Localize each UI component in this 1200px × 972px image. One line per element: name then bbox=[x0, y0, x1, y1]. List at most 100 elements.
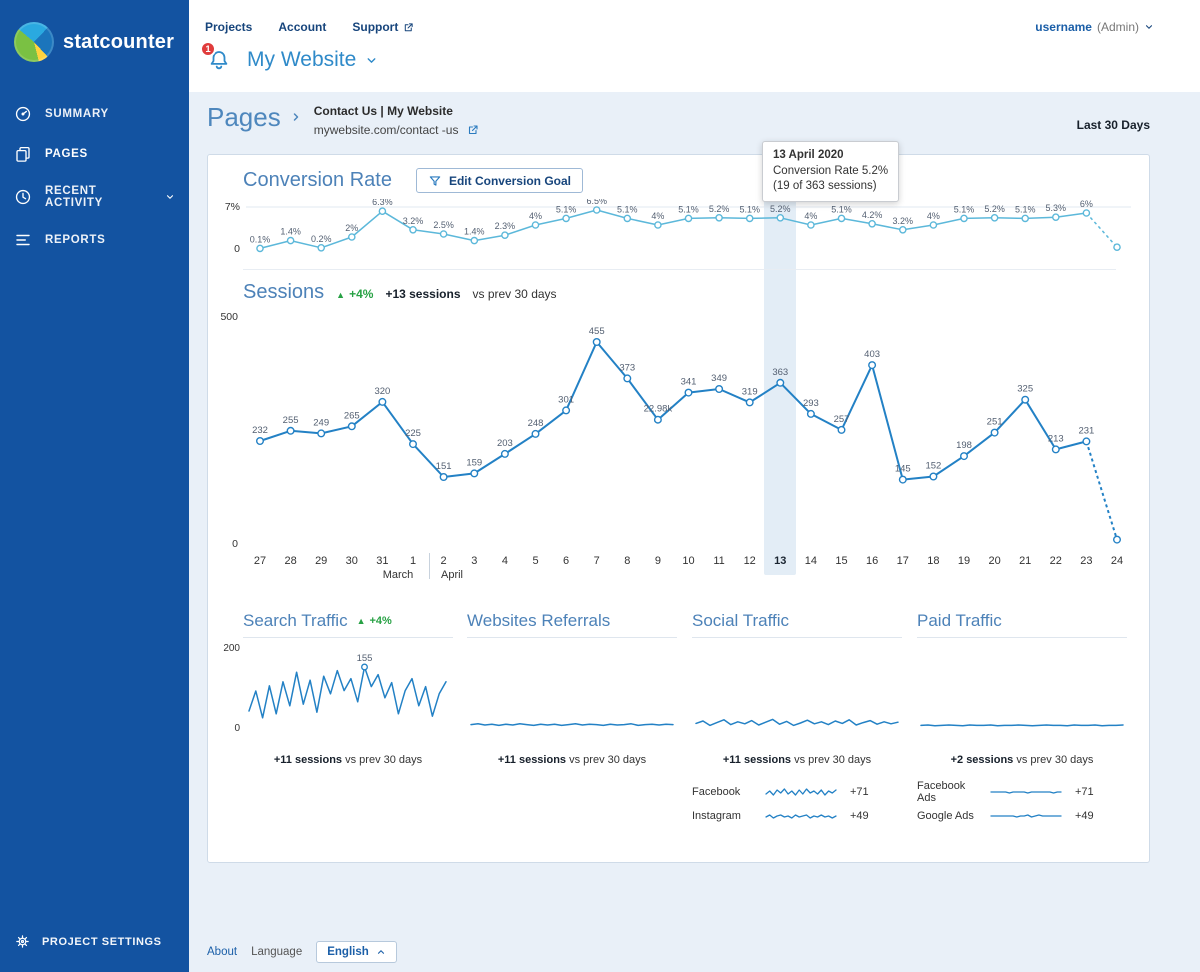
svg-text:10: 10 bbox=[682, 555, 694, 567]
svg-text:5.2%: 5.2% bbox=[770, 204, 791, 214]
svg-text:19: 19 bbox=[958, 555, 970, 567]
svg-text:5.2%: 5.2% bbox=[709, 204, 730, 214]
page-footer: About Language English bbox=[207, 941, 397, 963]
sidebar-item-project-settings[interactable]: PROJECT SETTINGS bbox=[0, 923, 189, 960]
source-value: +71 bbox=[1075, 786, 1094, 798]
sidebar-item-recent-activity[interactable]: RECENT ACTIVITY bbox=[0, 174, 189, 220]
search-traffic-title: Search Traffic bbox=[243, 611, 348, 630]
svg-text:159: 159 bbox=[466, 457, 482, 468]
username: username bbox=[1035, 20, 1092, 34]
svg-text:4%: 4% bbox=[804, 211, 817, 221]
svg-text:5.1%: 5.1% bbox=[556, 204, 577, 214]
svg-text:3.2%: 3.2% bbox=[893, 216, 914, 226]
sidebar: statcounter SUMMARY PAGES RECENT ACTIVIT… bbox=[0, 0, 189, 972]
svg-text:4.2%: 4.2% bbox=[862, 210, 883, 220]
svg-text:2.3%: 2.3% bbox=[495, 221, 516, 231]
conversion-rate-chart[interactable]: 0.1% 1.4% 0.2% 2% 6.3% 3.2% 2.5% 1.4% 2.3% 4% 5.1%… bbox=[246, 199, 1131, 257]
date-range-label[interactable]: Last 30 Days bbox=[1077, 118, 1150, 132]
svg-text:225: 225 bbox=[405, 428, 421, 439]
paid-source-row: Facebook Ads +71 bbox=[917, 780, 1127, 804]
sessions-note: vs prev 30 days bbox=[472, 287, 557, 301]
svg-text:22: 22 bbox=[1050, 555, 1062, 567]
svg-text:2: 2 bbox=[441, 555, 447, 567]
sessions-delta: ▲ +4% bbox=[336, 287, 374, 301]
open-page-external-icon[interactable] bbox=[467, 124, 479, 136]
main-area: Projects Account Support username (Admin… bbox=[189, 0, 1200, 972]
svg-text:5: 5 bbox=[532, 555, 538, 567]
svg-text:4: 4 bbox=[502, 555, 508, 567]
svg-text:18: 18 bbox=[927, 555, 939, 567]
report-lines-icon bbox=[14, 231, 32, 249]
notification-bell[interactable]: 1 bbox=[200, 41, 231, 73]
sidebar-item-pages[interactable]: PAGES bbox=[0, 134, 189, 174]
sessions-note-bold: +13 sessions bbox=[385, 287, 461, 301]
svg-text:319: 319 bbox=[742, 386, 758, 397]
sidebar-item-summary[interactable]: SUMMARY bbox=[0, 94, 189, 134]
top-nav-support[interactable]: Support bbox=[352, 20, 414, 34]
sessions-y-min: 0 bbox=[232, 538, 238, 550]
svg-text:5.1%: 5.1% bbox=[954, 204, 975, 214]
sidebar-item-reports[interactable]: REPORTS bbox=[0, 220, 189, 260]
svg-text:4%: 4% bbox=[529, 211, 542, 221]
svg-text:301: 301 bbox=[558, 394, 574, 405]
paid-traffic-title: Paid Traffic bbox=[917, 611, 1002, 630]
svg-text:265: 265 bbox=[344, 410, 360, 421]
svg-text:5.1%: 5.1% bbox=[678, 204, 699, 214]
svg-text:373: 373 bbox=[619, 362, 635, 373]
google-ads-sparkline bbox=[990, 814, 1062, 818]
conversion-rate-title: Conversion Rate bbox=[243, 169, 392, 191]
svg-text:21: 21 bbox=[1019, 555, 1031, 567]
breadcrumb: Pages Contact Us | My Website mywebsite.… bbox=[207, 102, 1150, 144]
svg-text:9: 9 bbox=[655, 555, 661, 567]
top-nav: Projects Account Support bbox=[205, 20, 414, 34]
svg-text:255: 255 bbox=[283, 415, 299, 426]
language-select[interactable]: English bbox=[316, 941, 397, 963]
source-label: Instagram bbox=[692, 810, 741, 822]
svg-text:1: 1 bbox=[410, 555, 416, 567]
instagram-sparkline bbox=[765, 814, 837, 819]
websites-referrals-note: +11 sessions vs prev 30 days bbox=[497, 754, 647, 766]
source-label: Google Ads bbox=[917, 810, 974, 822]
notification-badge: 1 bbox=[200, 41, 216, 57]
user-menu[interactable]: username (Admin) bbox=[1035, 20, 1154, 34]
top-nav-projects[interactable]: Projects bbox=[205, 20, 252, 34]
site-selector[interactable]: My Website bbox=[247, 48, 378, 72]
svg-text:203: 203 bbox=[497, 438, 513, 449]
search-y-min: 0 bbox=[234, 723, 240, 734]
paid-source-row: Google Ads +49 bbox=[917, 804, 1127, 828]
svg-text:293: 293 bbox=[803, 398, 819, 409]
svg-text:12: 12 bbox=[744, 555, 756, 567]
svg-text:4%: 4% bbox=[927, 211, 940, 221]
chevron-down-icon bbox=[1144, 22, 1154, 32]
chevron-right-icon bbox=[290, 111, 302, 123]
sessions-chart[interactable]: 232255 249265320225151 1592032483014553732… bbox=[246, 315, 1131, 583]
websites-referrals-section: Websites Referrals +11 sessions vs prev … bbox=[467, 605, 677, 766]
svg-text:March: March bbox=[383, 569, 414, 581]
breadcrumb-page-name: Contact Us | My Website bbox=[313, 104, 453, 118]
statcounter-app: statcounter SUMMARY PAGES RECENT ACTIVIT… bbox=[0, 0, 1200, 972]
svg-text:6.5%: 6.5% bbox=[586, 199, 607, 206]
page-title[interactable]: Pages bbox=[207, 102, 281, 132]
pages-icon bbox=[14, 145, 32, 163]
edit-conversion-goal-button[interactable]: Edit Conversion Goal bbox=[415, 168, 583, 193]
svg-text:151: 151 bbox=[436, 461, 452, 472]
about-link[interactable]: About bbox=[207, 946, 237, 958]
svg-text:28: 28 bbox=[284, 555, 296, 567]
statcounter-logo[interactable]: statcounter bbox=[0, 0, 189, 62]
up-triangle-icon: ▲ bbox=[356, 616, 366, 626]
language-label: Language bbox=[251, 946, 303, 958]
svg-text:16: 16 bbox=[866, 555, 878, 567]
sidebar-item-label: SUMMARY bbox=[45, 108, 109, 120]
sidebar-item-label: RECENT ACTIVITY bbox=[45, 185, 103, 209]
search-traffic-delta: ▲ +4% bbox=[356, 615, 392, 627]
paid-traffic-chart bbox=[920, 724, 1124, 727]
search-y-max: 200 bbox=[223, 643, 240, 654]
svg-text:31: 31 bbox=[376, 555, 388, 567]
svg-text:5.3%: 5.3% bbox=[1046, 203, 1067, 213]
gear-icon bbox=[14, 933, 31, 950]
external-link-icon bbox=[403, 22, 414, 33]
svg-text:6%: 6% bbox=[1080, 199, 1093, 209]
social-traffic-title: Social Traffic bbox=[692, 611, 790, 630]
top-nav-account[interactable]: Account bbox=[278, 20, 326, 34]
search-traffic-note: +11 sessions vs prev 30 days bbox=[273, 754, 423, 766]
